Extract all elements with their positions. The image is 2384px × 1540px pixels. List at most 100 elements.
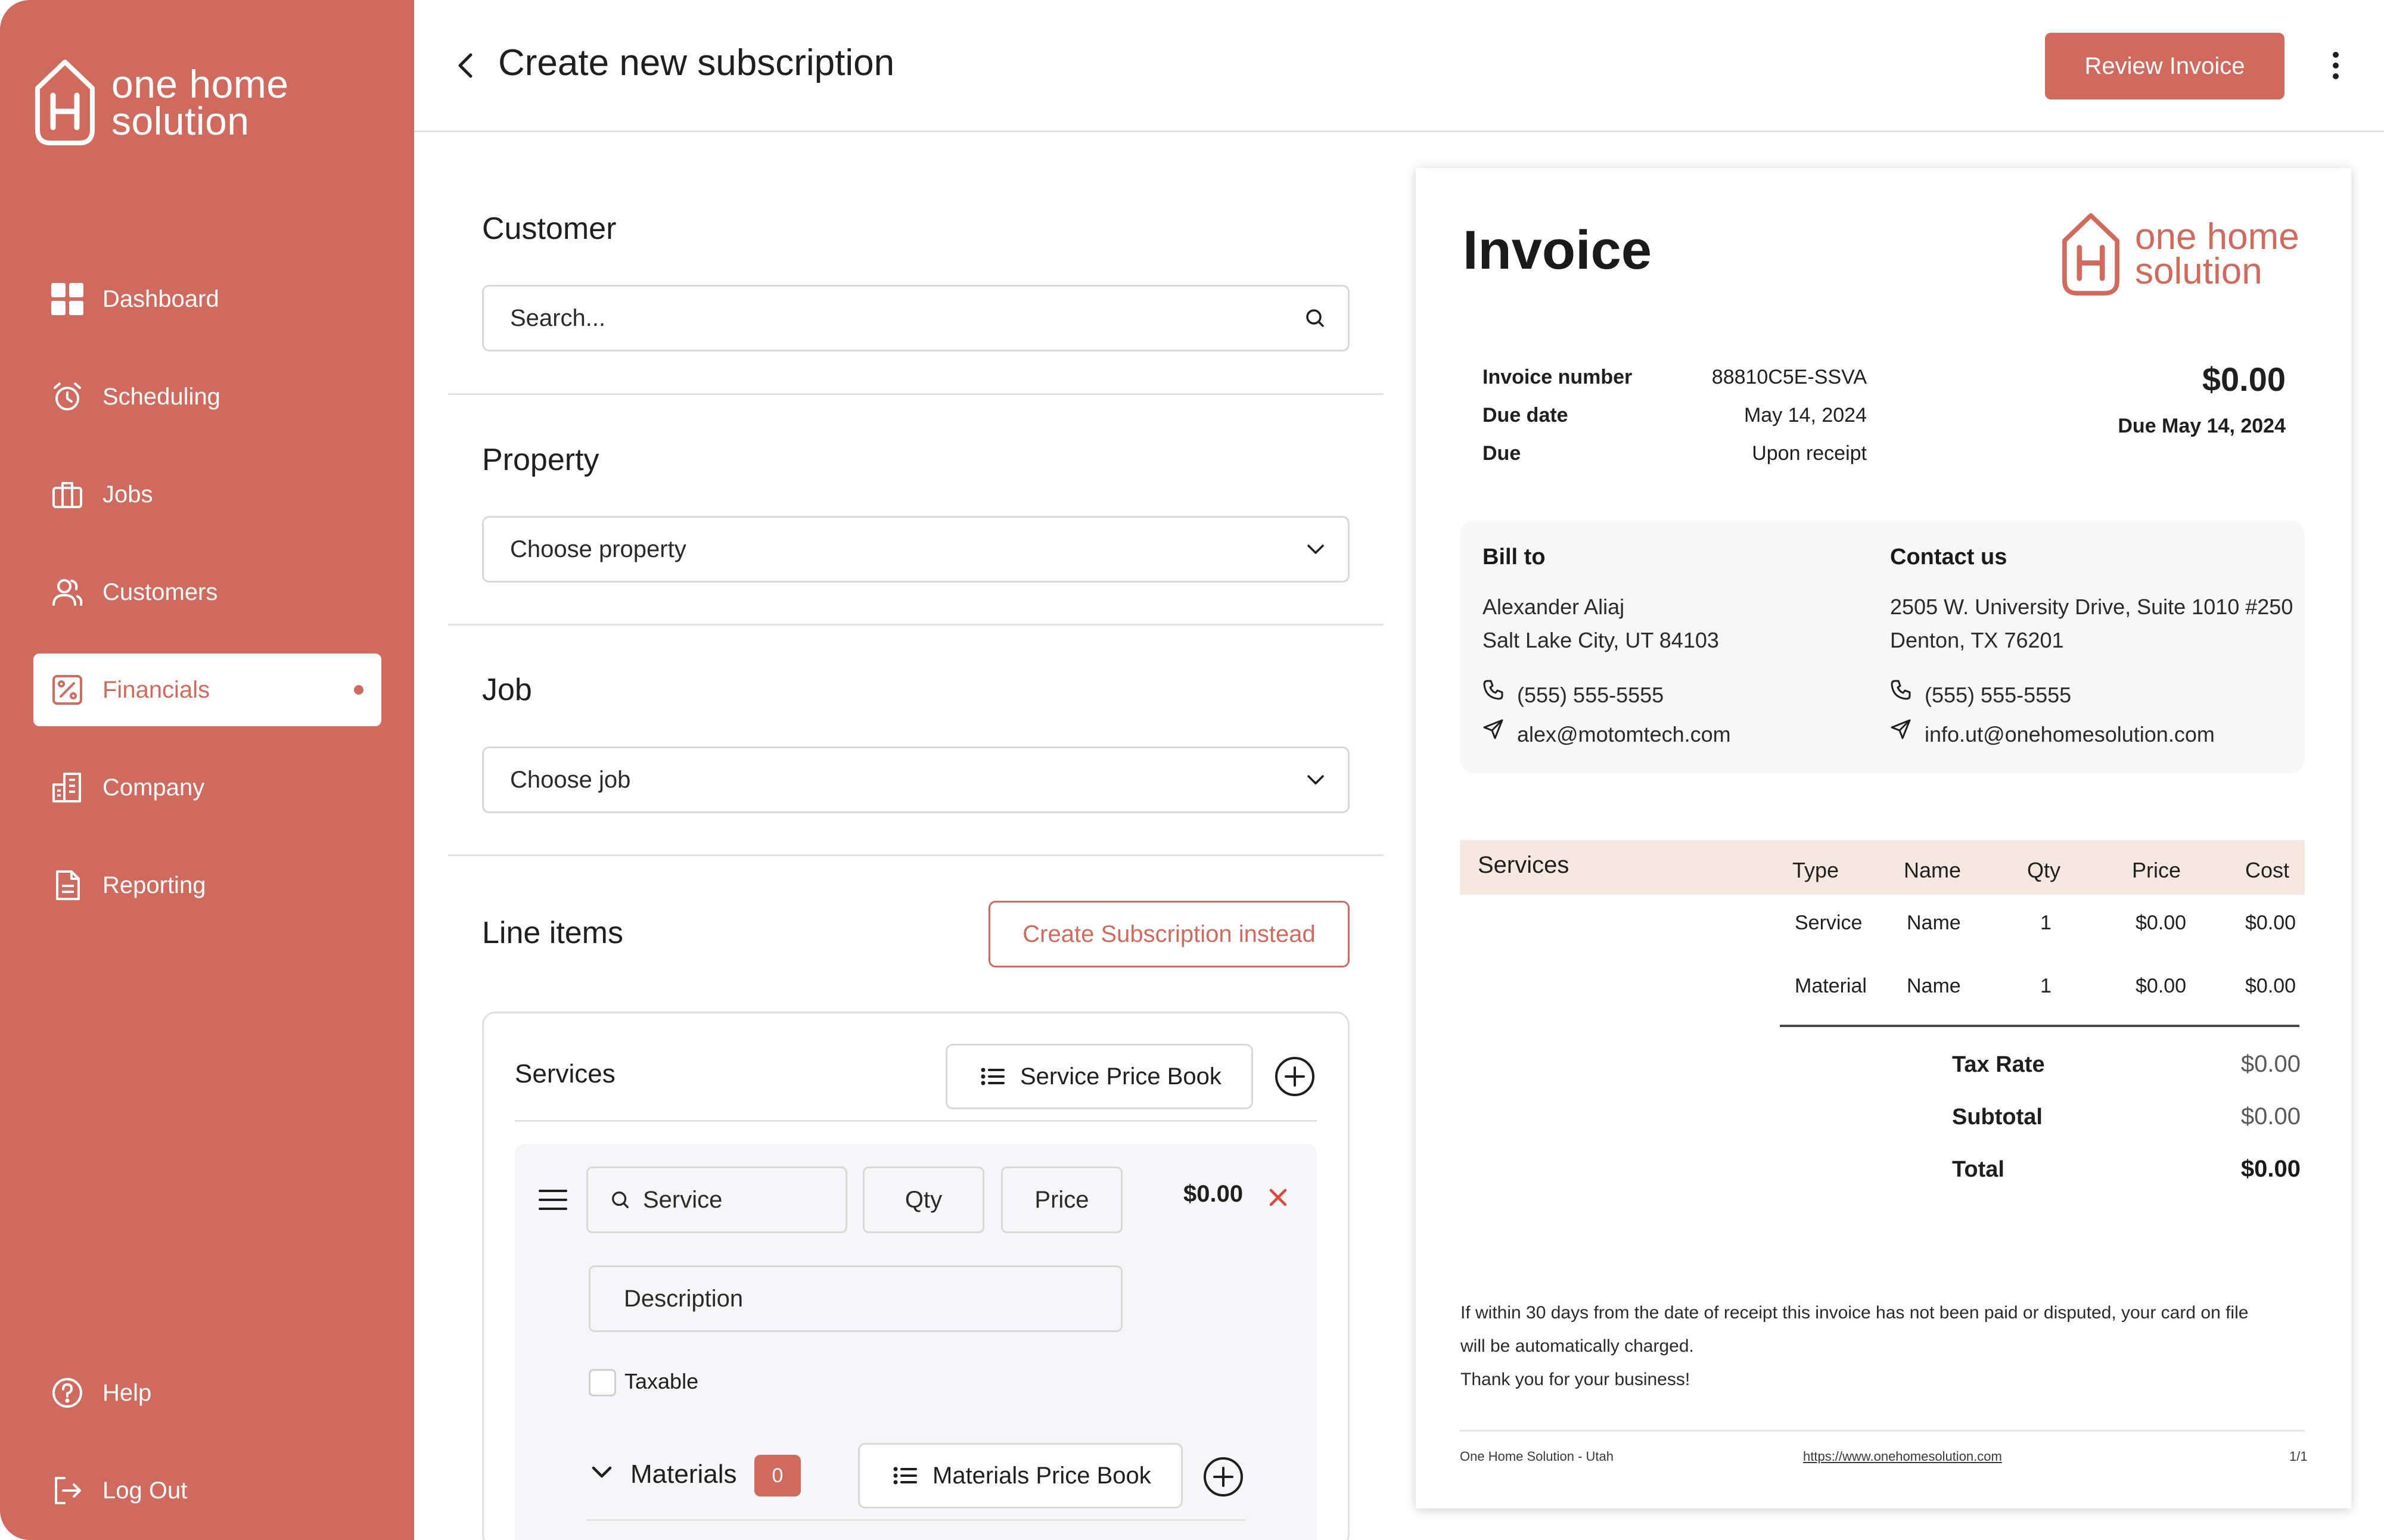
service-name-placeholder: Service	[643, 1186, 723, 1213]
search-icon	[1304, 287, 1326, 350]
due-label: Due	[1482, 442, 1521, 465]
subtotal-label: Subtotal	[1952, 1105, 2043, 1130]
sidebar-item-scheduling[interactable]: Scheduling	[33, 360, 381, 433]
service-qty-input[interactable]: Qty	[863, 1166, 984, 1233]
total-value: $0.00	[2240, 1156, 2301, 1182]
table-header-price: Price	[2132, 858, 2181, 882]
invoice-footer-company: One Home Solution - Utah	[1460, 1449, 1614, 1464]
service-description-input[interactable]: Description	[589, 1265, 1123, 1332]
service-name-input[interactable]: Service	[586, 1166, 847, 1233]
logout-icon	[50, 1473, 85, 1508]
search-icon	[612, 1191, 629, 1208]
phone-icon	[1483, 680, 1503, 700]
table-cell-price: $0.00	[2136, 975, 2187, 997]
bill-to-email[interactable]: alex@motomtech.com	[1517, 722, 1731, 747]
invoice-note-line2: will be automatically charged.	[1460, 1336, 1694, 1356]
remove-line-close-icon[interactable]	[1268, 1187, 1288, 1208]
table-cell-name: Name	[1907, 911, 1961, 934]
sidebar-item-jobs[interactable]: Jobs	[33, 458, 381, 531]
invoice-brand-name: one home solution	[2135, 216, 2299, 292]
list-icon	[893, 1466, 917, 1485]
back-chevron-icon[interactable]	[452, 49, 479, 82]
property-select-value: Choose property	[510, 536, 686, 562]
service-price-book-label: Service Price Book	[1020, 1063, 1221, 1090]
card-divider	[586, 1519, 1245, 1521]
table-cell-cost: $0.00	[2245, 975, 2296, 997]
service-qty-placeholder: Qty	[905, 1186, 943, 1213]
chevron-down-icon[interactable]	[590, 1464, 614, 1480]
more-options-icon[interactable]	[2324, 48, 2348, 83]
materials-price-book-button[interactable]: Materials Price Book	[858, 1443, 1183, 1508]
drag-handle-icon[interactable]	[539, 1189, 567, 1211]
job-select[interactable]: Choose job	[482, 746, 1350, 813]
house-h-logo-icon	[35, 60, 95, 145]
house-h-logo-icon	[2062, 213, 2119, 296]
brand-name: one home solution	[111, 62, 289, 143]
property-select[interactable]: Choose property	[482, 516, 1350, 583]
add-material-plus-icon[interactable]	[1202, 1456, 1244, 1498]
table-cell-cost: $0.00	[2245, 911, 2296, 934]
invoice-number-label: Invoice number	[1482, 366, 1633, 388]
service-price-input[interactable]: Price	[1001, 1166, 1123, 1233]
service-price-placeholder: Price	[1034, 1186, 1089, 1213]
sidebar-item-label: Financials	[102, 676, 210, 703]
property-section-title: Property	[482, 443, 599, 477]
invoice-number-value: 88810C5E-SSVA	[1711, 366, 1867, 388]
table-cell-qty: 1	[2040, 911, 2052, 934]
totals-divider	[1780, 1025, 2299, 1027]
table-cell-type: Service	[1795, 911, 1863, 934]
sidebar-item-dashboard[interactable]: Dashboard	[33, 263, 381, 335]
sidebar-item-logout[interactable]: Log Out	[33, 1454, 381, 1527]
table-cell-type: Material	[1795, 975, 1867, 997]
sidebar-item-help[interactable]: Help	[33, 1357, 381, 1429]
service-price-book-button[interactable]: Service Price Book	[946, 1044, 1253, 1109]
active-indicator-dot	[354, 685, 363, 695]
table-header-name: Name	[1904, 858, 1962, 882]
contact-address-line2: Denton, TX 76201	[1890, 628, 2064, 652]
review-invoice-button[interactable]: Review Invoice	[2045, 33, 2284, 99]
invoice-footer-link[interactable]: https://www.onehomesolution.com	[1803, 1449, 2002, 1464]
sidebar-item-label: Scheduling	[102, 383, 220, 410]
section-divider	[448, 624, 1384, 626]
contact-email[interactable]: info.ut@onehomesolution.com	[1925, 722, 2215, 747]
materials-heading: Materials	[630, 1460, 737, 1489]
line-items-section-title: Line items	[482, 916, 623, 950]
sidebar-item-label: Help	[102, 1379, 152, 1406]
invoice-amount-due: $0.00	[2202, 360, 2286, 398]
section-divider	[448, 393, 1384, 395]
customer-search-placeholder: Search...	[510, 304, 606, 331]
service-description-placeholder: Description	[624, 1285, 744, 1312]
total-label: Total	[1952, 1157, 2004, 1182]
job-section-title: Job	[482, 673, 532, 707]
taxable-checkbox[interactable]	[589, 1369, 616, 1396]
invoice-thank-you: Thank you for your business!	[1460, 1370, 1690, 1389]
tax-rate-value: $0.00	[2240, 1051, 2301, 1077]
sidebar-item-label: Customers	[102, 578, 218, 605]
brand-logo[interactable]: one home solution	[33, 58, 289, 147]
table-cell-qty: 1	[2040, 975, 2052, 997]
due-value: Upon receipt	[1752, 442, 1867, 465]
due-date-label: Due date	[1482, 404, 1568, 427]
sidebar-item-reporting[interactable]: Reporting	[33, 849, 381, 922]
job-select-value: Choose job	[510, 766, 631, 793]
phone-icon	[1891, 680, 1911, 700]
question-circle-icon	[50, 1376, 85, 1410]
chevron-down-icon	[1305, 748, 1326, 811]
sidebar-item-customers[interactable]: Customers	[33, 556, 381, 629]
list-icon	[981, 1067, 1005, 1086]
sidebar-item-company[interactable]: Company	[33, 751, 381, 824]
users-icon	[50, 575, 85, 609]
table-cell-price: $0.00	[2136, 911, 2187, 934]
send-arrow-icon	[1891, 719, 1911, 739]
building-icon	[50, 770, 85, 805]
tax-rate-label: Tax Rate	[1952, 1052, 2045, 1077]
add-service-plus-icon[interactable]	[1274, 1056, 1316, 1097]
sidebar-item-financials[interactable]: Financials	[33, 654, 381, 726]
invoice-due-line: Due May 14, 2024	[2118, 415, 2286, 437]
table-header-type: Type	[1792, 858, 1839, 882]
card-divider	[515, 1120, 1317, 1122]
grid-icon	[50, 282, 85, 316]
customer-search-input[interactable]: Search...	[482, 285, 1350, 351]
taxable-label: Taxable	[624, 1369, 699, 1393]
create-subscription-button[interactable]: Create Subscription instead	[989, 901, 1350, 967]
